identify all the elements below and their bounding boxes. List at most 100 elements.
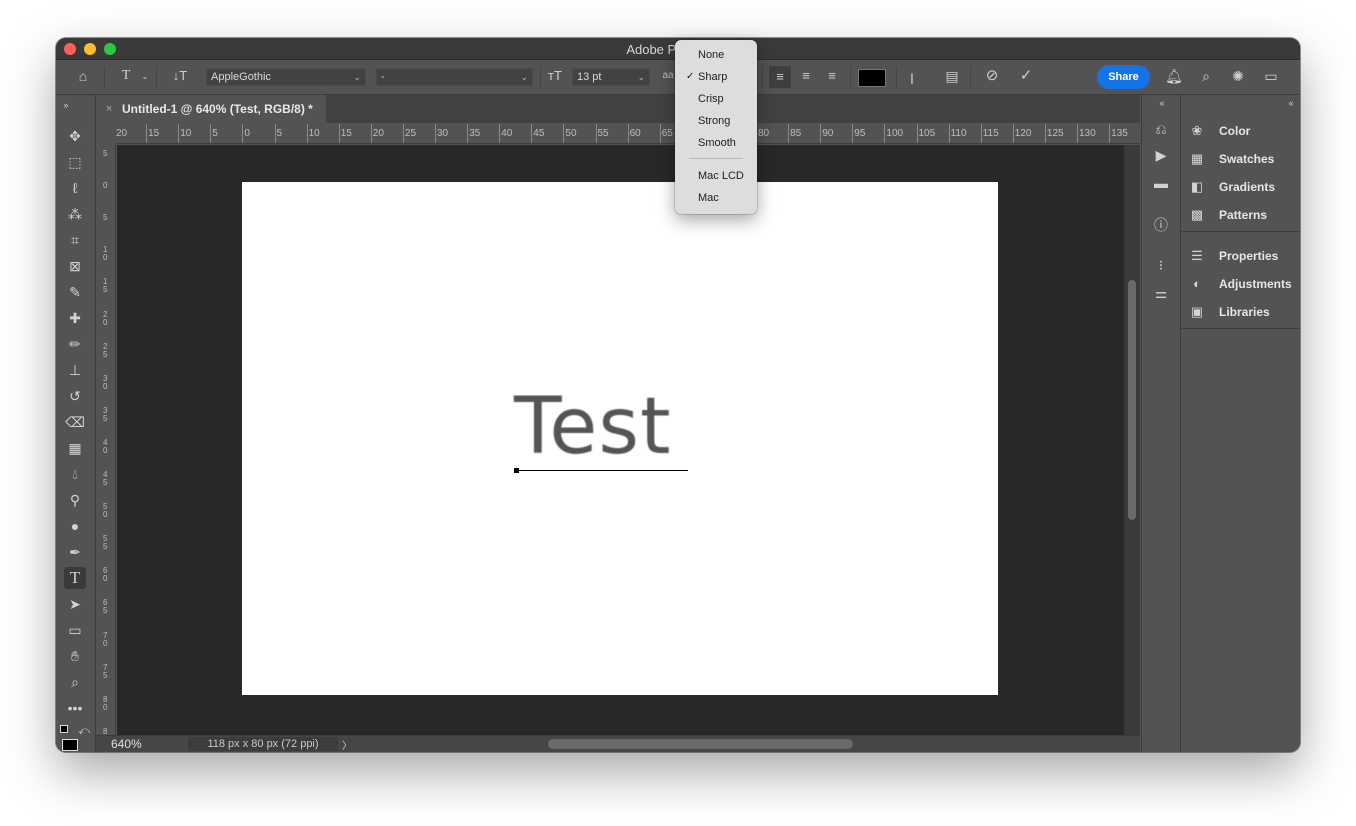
warp-text-icon[interactable]: ꞁ [902, 68, 922, 84]
panel-swatches[interactable]: ▦ Swatches [1189, 149, 1299, 169]
type-tool-preset-icon[interactable]: T [118, 68, 134, 84]
commit-edit-icon[interactable]: ✓ [1016, 68, 1036, 84]
swap-colors-icon[interactable]: ⤺ [78, 723, 90, 739]
ruler-tick-label: 45 [533, 128, 545, 139]
ruler-tick-label: 40 [501, 128, 513, 139]
frame-tool-icon[interactable]: ⊠ [64, 255, 86, 277]
menu-item-sharp[interactable]: ✓ Sharp [675, 67, 757, 87]
document-tab-title: Untitled-1 @ 640% (Test, RGB/8) * [122, 102, 313, 116]
collapse-toolbar-icon[interactable]: » [60, 97, 72, 113]
ruler-tick-label: 20 [116, 128, 128, 139]
ruler-tick-label: 5 [103, 213, 108, 223]
panel-properties[interactable]: ☰ Properties [1189, 246, 1299, 266]
more-tools-icon[interactable]: ••• [64, 697, 86, 719]
vertical-scrollbar[interactable] [1124, 145, 1140, 735]
clone-stamp-tool-icon[interactable]: ⊥ [64, 359, 86, 381]
menu-item-none[interactable]: None [675, 45, 757, 65]
eyedropper-tool-icon[interactable]: ✎ [64, 281, 86, 303]
zoom-level[interactable]: 640% [111, 737, 142, 751]
dodge-tool-icon[interactable]: ⚲ [64, 489, 86, 511]
comments-panel-icon[interactable]: ▬ [1151, 173, 1171, 193]
document-info[interactable]: 118 px x 80 px (72 ppi) [188, 737, 338, 751]
default-colors-icon[interactable] [60, 725, 68, 733]
history-panel-icon[interactable]: ⎌ [1151, 119, 1171, 139]
sponge-tool-icon[interactable]: ● [64, 515, 86, 537]
tool-presets-icon[interactable]: ⚌ [1151, 283, 1171, 303]
menu-item-crisp[interactable]: Crisp [675, 89, 757, 109]
type-tool-icon[interactable]: T [64, 567, 86, 589]
collapse-strip-icon[interactable]: « [1156, 95, 1168, 111]
rectangular-marquee-tool-icon[interactable]: ⬚ [64, 151, 86, 173]
chevron-down-icon[interactable]: ⌄ [140, 69, 150, 85]
align-center-icon[interactable]: ≡ [796, 68, 816, 84]
horizontal-ruler[interactable]: 2015105051015202530354045505560657075808… [116, 124, 1140, 144]
close-tab-icon[interactable]: × [106, 95, 112, 123]
menu-item-mac[interactable]: Mac [675, 188, 757, 208]
foreground-color-swatch[interactable] [62, 739, 78, 751]
menu-item-label: Mac LCD [698, 170, 744, 182]
actions-panel-icon[interactable]: ▶ [1151, 145, 1171, 165]
brush-settings-icon[interactable]: ⁝ [1151, 255, 1171, 275]
font-size-dropdown[interactable]: 13 pt ⌄ [572, 68, 650, 86]
cancel-edit-icon[interactable]: ⊘ [982, 68, 1002, 84]
brush-tool-icon[interactable]: ✏ [64, 333, 86, 355]
font-family-dropdown[interactable]: AppleGothic ⌄ [206, 68, 366, 86]
lasso-tool-icon[interactable]: ℓ [64, 177, 86, 199]
move-tool-icon[interactable]: ✥ [64, 125, 86, 147]
canvas-text-layer[interactable]: Test [514, 388, 672, 466]
crop-tool-icon[interactable]: ⌗ [64, 229, 86, 251]
align-left-icon[interactable]: ≡ [769, 66, 791, 88]
text-color-swatch[interactable] [858, 69, 886, 87]
ruler-tick-label: 60 [103, 566, 108, 584]
align-right-icon[interactable]: ≡ [822, 68, 842, 84]
pen-tool-icon[interactable]: ✒ [64, 541, 86, 563]
info-panel-icon[interactable]: ⓘ [1151, 215, 1171, 235]
anti-alias-icon[interactable]: aa [661, 68, 675, 84]
ruler-tick-label: 65 [661, 128, 673, 139]
status-bar: 640% 118 px x 80 px (72 ppi) 〉 [96, 735, 1140, 752]
healing-brush-tool-icon[interactable]: ✚ [64, 307, 86, 329]
status-menu-arrow-icon[interactable]: 〉 [342, 737, 352, 752]
lightbulb-icon[interactable]: ✺ [1228, 68, 1248, 84]
hand-tool-icon[interactable]: ✋︎ [64, 645, 86, 667]
share-button[interactable]: Share [1097, 65, 1150, 89]
magic-wand-tool-icon[interactable]: ⁂ [64, 203, 86, 225]
home-icon[interactable]: ⌂ [74, 68, 92, 84]
history-brush-tool-icon[interactable]: ↺ [64, 385, 86, 407]
zoom-tool-icon[interactable]: ⌕ [64, 671, 86, 693]
rectangle-tool-icon[interactable]: ▭ [64, 619, 86, 641]
ruler-origin[interactable] [96, 124, 116, 144]
workspace-icon[interactable]: ▭ [1260, 68, 1282, 84]
panel-gradients[interactable]: ◧ Gradients [1189, 177, 1299, 197]
menu-item-strong[interactable]: Strong [675, 111, 757, 131]
ruler-tick-label: 15 [103, 277, 108, 295]
document-canvas[interactable]: Test [242, 182, 998, 695]
notifications-bell-icon[interactable]: 🔔︎ [1164, 68, 1184, 84]
search-icon[interactable]: ⌕ [1196, 68, 1216, 84]
eraser-tool-icon[interactable]: ⌫ [64, 411, 86, 433]
menu-item-mac-lcd[interactable]: Mac LCD [675, 166, 757, 186]
panel-libraries[interactable]: ▣ Libraries [1189, 302, 1299, 322]
font-style-dropdown[interactable]: - ⌄ [376, 68, 533, 86]
panel-patterns[interactable]: ▩ Patterns [1189, 205, 1299, 225]
vertical-ruler[interactable]: 5051015202530354045505560657075808 [96, 144, 116, 738]
toggle-text-orientation-icon[interactable]: ↓T [170, 68, 190, 84]
ruler-tick-label: 50 [103, 502, 108, 520]
blur-tool-icon[interactable]: 💧︎ [64, 463, 86, 485]
gradient-tool-icon[interactable]: ▦ [64, 437, 86, 459]
panel-label: Properties [1219, 249, 1279, 263]
path-selection-tool-icon[interactable]: ➤ [64, 593, 86, 615]
panel-color[interactable]: ❀ Color [1189, 121, 1299, 141]
horizontal-scrollbar-thumb[interactable] [548, 739, 853, 749]
vertical-scrollbar-thumb[interactable] [1128, 280, 1136, 520]
document-tab[interactable]: × Untitled-1 @ 640% (Test, RGB/8) * [96, 95, 326, 123]
ruler-tick [1012, 124, 1014, 143]
panel-adjustments[interactable]: ◐ Adjustments [1189, 274, 1299, 294]
ruler-tick-label: 95 [854, 128, 866, 139]
character-panel-icon[interactable]: ▤ [942, 68, 962, 84]
ruler-tick-label: 80 [103, 694, 108, 712]
menu-item-smooth[interactable]: Smooth [675, 133, 757, 153]
ruler-tick [274, 124, 276, 143]
collapse-panels-icon[interactable]: « [1285, 95, 1297, 111]
panel-label: Libraries [1219, 305, 1270, 319]
